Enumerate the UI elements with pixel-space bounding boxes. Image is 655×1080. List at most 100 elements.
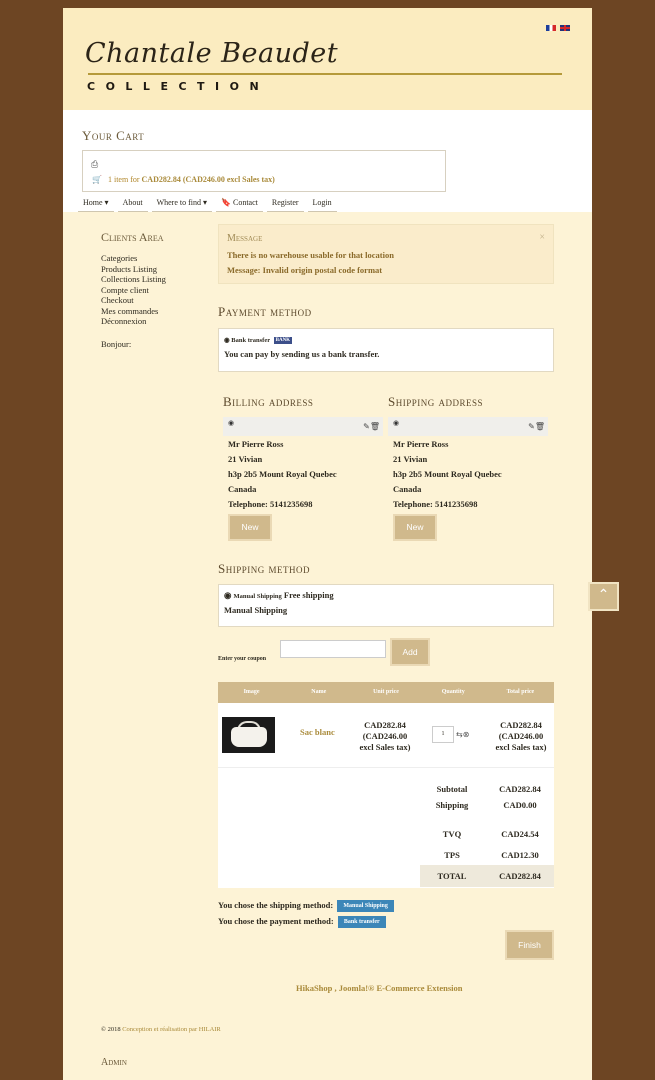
copyright-year: © 2018 <box>101 1026 121 1033</box>
product-name[interactable]: Sac blanc <box>300 727 335 737</box>
clients-area-title: Clients Area <box>101 230 164 244</box>
cart-summary[interactable]: 🛒 1 item for CAD282.84 (CAD246.00 excl S… <box>92 175 275 184</box>
payment-method-title: Payment method <box>218 304 312 319</box>
bag-shape <box>231 727 267 747</box>
cart-box: ⎙ 🛒 1 item for CAD282.84 (CAD246.00 excl… <box>82 150 446 192</box>
unit-price-excl-tax: excl Sales tax) <box>359 742 411 752</box>
cart-summary-amount: CAD282.84 (CAD246.00 excl Sales tax) <box>141 175 275 184</box>
main-menu: Home ▾ About Where to find ▾ 🔖 Contact R… <box>78 194 341 212</box>
payment-method-panel: ◉ Bank transfer BANK You can pay by send… <box>218 328 554 372</box>
chosen-payment-tag: Bank transfer <box>337 916 386 929</box>
total-value: CAD282.84 <box>499 871 541 881</box>
unit-price-value: CAD282.84 <box>364 720 406 730</box>
clients-area: Clients Area Categories Products Listing… <box>101 230 201 349</box>
edit-delete-icons[interactable]: ✎🗑 <box>528 422 545 431</box>
copyright-link[interactable]: Conception et réalisation par HILAIR <box>122 1026 221 1033</box>
sidebar-item-deconnexion[interactable]: Déconnexion <box>101 316 201 327</box>
shipping-option-manual[interactable]: ◉ Manual Shipping Free shipping <box>224 590 334 601</box>
edit-delete-icons[interactable]: ✎🗑 <box>363 422 380 431</box>
menu-item-register[interactable]: Register <box>266 194 304 212</box>
site-header: Chantale Beaudet COLLECTION <box>63 8 592 110</box>
chevron-up-icon: ⌃ <box>597 588 610 603</box>
billing-address-title: Billing address <box>223 394 314 409</box>
payment-option-bank-transfer[interactable]: ◉ Bank transfer BANK <box>224 336 293 345</box>
sidebar-item-products-listing[interactable]: Products Listing <box>101 264 201 275</box>
shipping-label: Shipping <box>435 800 469 810</box>
total-price-excl: (CAD246.00 <box>498 731 544 741</box>
menu-item-where-to-find[interactable]: Where to find ▾ <box>151 194 213 212</box>
sidebar-item-compte-client[interactable]: Compte client <box>101 285 201 296</box>
address-country: Canada <box>393 484 422 494</box>
product-image[interactable] <box>222 717 275 753</box>
total-label: TOTAL <box>437 871 467 881</box>
add-coupon-button[interactable]: Add <box>390 638 430 666</box>
shipping-method-panel: ◉ Manual Shipping Free shipping Manual S… <box>218 584 554 627</box>
greeting: Bonjour: <box>101 338 132 349</box>
bank-logo: BANK <box>273 337 293 345</box>
shipping-method-title: Shipping method <box>218 561 310 576</box>
finish-button[interactable]: Finish <box>505 930 554 960</box>
tps-label: TPS <box>444 850 460 860</box>
cart-module: Your Cart ⎙ 🛒 1 item for CAD282.84 (CAD2… <box>63 110 592 212</box>
shipping-description: Manual Shipping <box>224 605 288 615</box>
chosen-shipping-tag: Manual Shipping <box>337 900 394 913</box>
new-shipping-address-button[interactable]: New <box>393 514 437 541</box>
sidebar-item-categories[interactable]: Categories <box>101 253 201 264</box>
address-phone: Telephone: 5141235698 <box>393 499 478 509</box>
admin-title: Admin <box>101 1057 127 1068</box>
address-name: Mr Pierre Ross <box>228 439 284 449</box>
address-name: Mr Pierre Ross <box>393 439 449 449</box>
logo-script[interactable]: Chantale Beaudet <box>85 38 338 69</box>
column-header-total-price: Total price <box>506 689 535 695</box>
refresh-remove-icons[interactable]: ⇆⊗ <box>456 730 469 739</box>
table-row: Sac blanc CAD282.84 (CAD246.00 excl Sale… <box>218 703 554 768</box>
scroll-to-top-button[interactable]: ⌃ <box>588 582 619 611</box>
address-country: Canada <box>228 484 257 494</box>
fr-flag-icon[interactable] <box>546 25 556 31</box>
tps-value: CAD12.30 <box>501 850 539 860</box>
language-switcher <box>546 25 570 31</box>
logo-subtitle: COLLECTION <box>87 80 270 93</box>
shipping-value: CAD0.00 <box>503 800 537 810</box>
shipping-address: ◉ ✎🗑 Mr Pierre Ross 21 Vivian h3p 2b5 Mo… <box>388 417 548 547</box>
cart-summary-prefix: 1 item for <box>107 175 140 184</box>
hikashop-credit[interactable]: HikaShop , Joomla!® E-Commerce Extension <box>296 983 463 993</box>
logo-rule <box>88 73 562 75</box>
sidebar-item-checkout[interactable]: Checkout <box>101 295 201 306</box>
menu-item-contact[interactable]: 🔖 Contact <box>216 194 263 212</box>
address-street: 21 Vivian <box>393 454 428 464</box>
column-header-name: Name <box>311 689 327 695</box>
menu-item-home[interactable]: Home ▾ <box>78 194 114 212</box>
chosen-payment: You chose the payment method: Bank trans… <box>218 916 386 929</box>
quantity-input[interactable]: 1 <box>432 726 454 743</box>
column-header-image: Image <box>243 689 260 695</box>
shipping-option-price: Free shipping <box>283 590 334 600</box>
shipping-address-bar: ◉ ✎🗑 <box>388 417 548 436</box>
address-city: h3p 2b5 Mount Royal Quebec <box>228 469 337 479</box>
sidebar-item-mes-commandes[interactable]: Mes commandes <box>101 306 201 317</box>
menu-item-login[interactable]: Login <box>307 194 337 212</box>
chosen-payment-text: You chose the payment method: <box>218 916 334 926</box>
message-box: Message × There is no warehouse usable f… <box>218 224 554 284</box>
sidebar-item-collections-listing[interactable]: Collections Listing <box>101 274 201 285</box>
payment-option-label: Bank transfer <box>231 337 270 344</box>
cart-title: Your Cart <box>82 128 145 143</box>
en-flag-icon[interactable] <box>560 25 570 31</box>
chosen-shipping: You chose the shipping method: Manual Sh… <box>218 900 394 913</box>
cart-table-header: Image Name Unit price Quantity Total pri… <box>218 682 554 703</box>
close-icon[interactable]: × <box>539 232 545 243</box>
radio-icon[interactable]: ◉ <box>228 419 234 427</box>
menu-item-about[interactable]: About <box>117 194 148 212</box>
print-icon[interactable]: ⎙ <box>91 159 98 170</box>
address-city: h3p 2b5 Mount Royal Quebec <box>393 469 502 479</box>
total-price-excl-tax: excl Sales tax) <box>495 742 547 752</box>
message-line: There is no warehouse usable for that lo… <box>227 250 394 260</box>
page: Chantale Beaudet COLLECTION Your Cart ⎙ … <box>63 8 592 1080</box>
address-street: 21 Vivian <box>228 454 263 464</box>
new-billing-address-button[interactable]: New <box>228 514 272 541</box>
radio-icon[interactable]: ◉ <box>393 419 399 427</box>
radio-icon[interactable]: ◉ <box>224 590 231 600</box>
radio-icon[interactable]: ◉ <box>224 337 230 344</box>
coupon-input[interactable] <box>280 640 386 658</box>
tvq-label: TVQ <box>442 829 462 839</box>
